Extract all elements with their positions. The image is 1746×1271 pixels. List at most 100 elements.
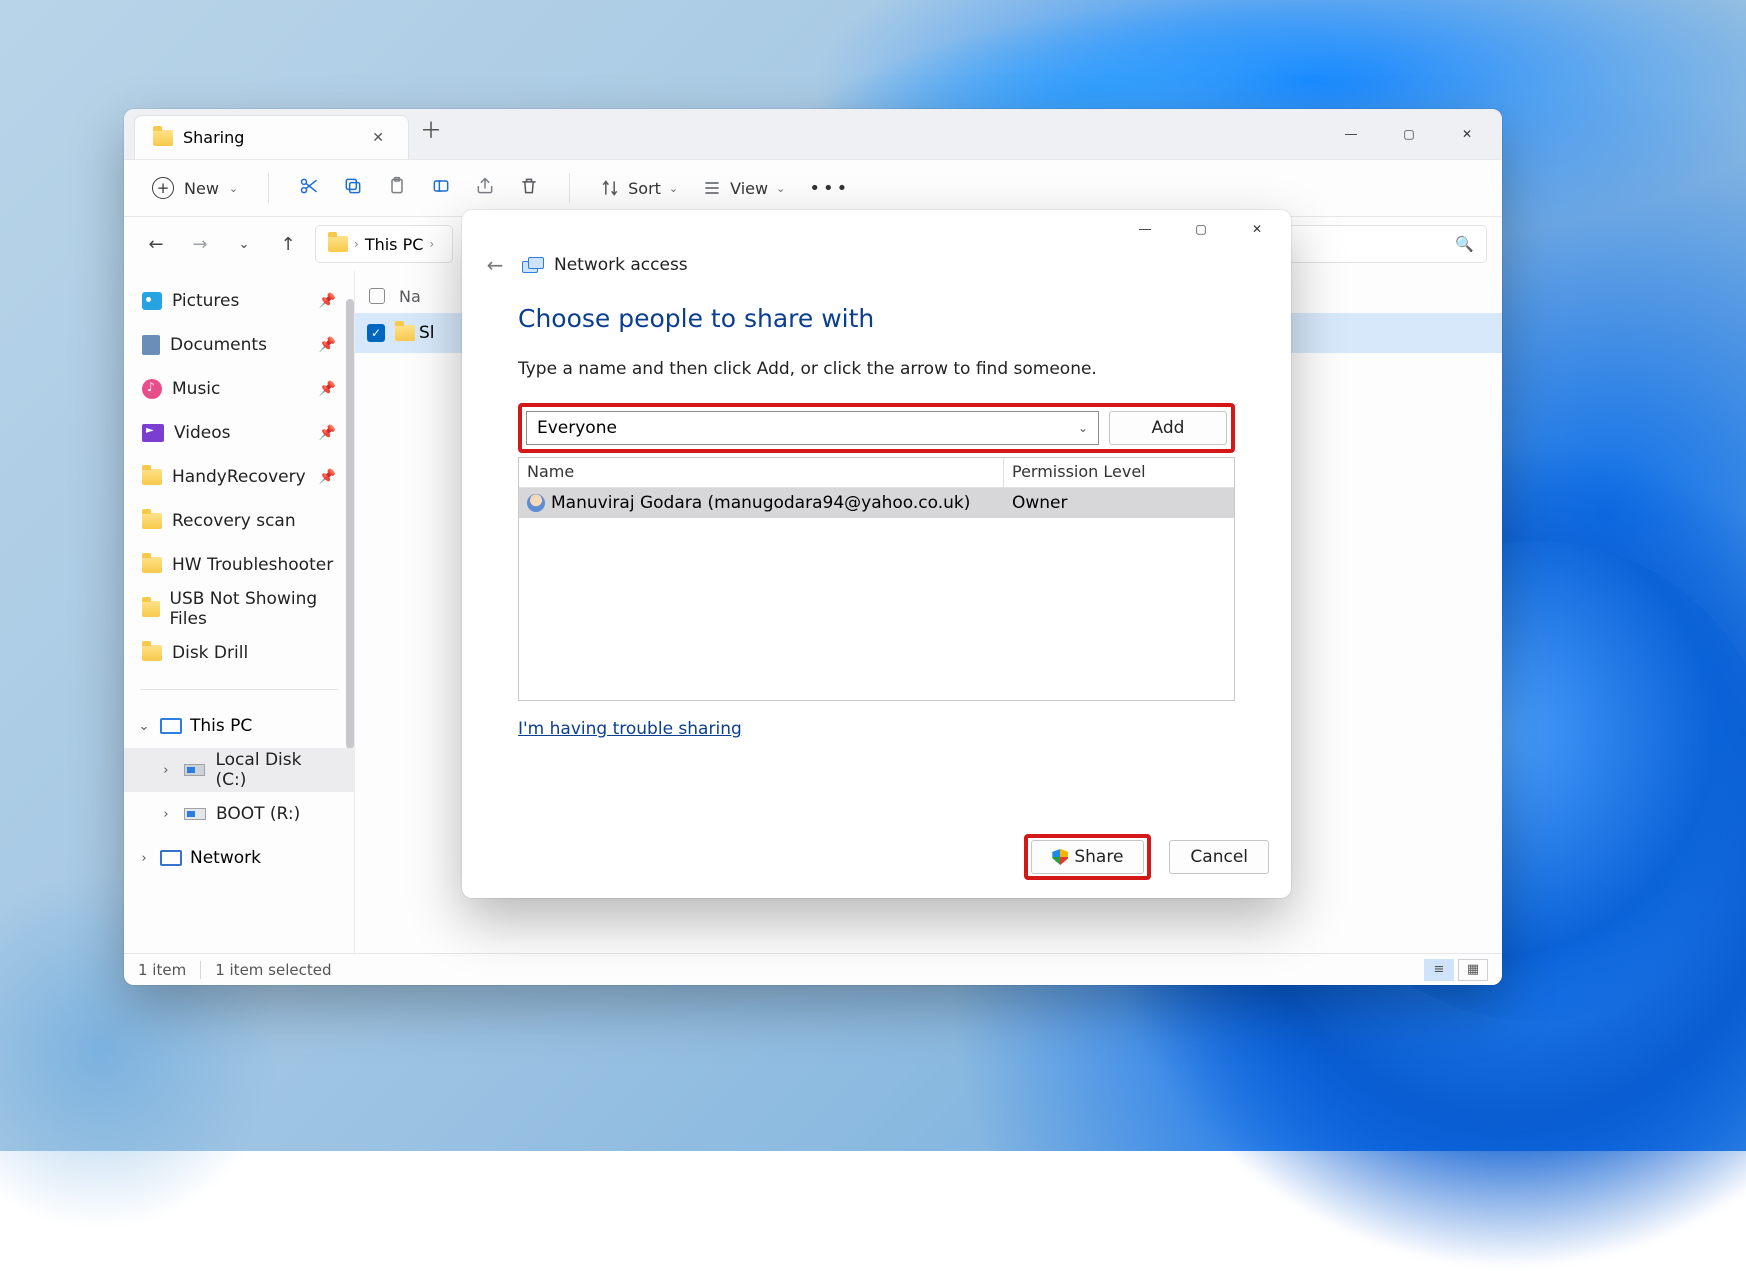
copy-button[interactable] <box>333 176 373 201</box>
chevron-down-icon: ⌄ <box>776 182 785 195</box>
pin-icon: 📌 <box>319 293 336 309</box>
nav-item-videos[interactable]: Videos 📌 <box>124 411 354 455</box>
dialog-titlebar: ― ▢ ✕ <box>462 210 1291 248</box>
disk-icon <box>184 808 206 820</box>
pin-icon: 📌 <box>319 381 336 397</box>
rename-button[interactable] <box>421 176 461 201</box>
table-row[interactable]: Manuviraj Godara (manugodara94@yahoo.co.… <box>519 488 1234 518</box>
nav-up-button[interactable]: ↑ <box>271 234 305 255</box>
nav-item-folder[interactable]: HandyRecovery 📌 <box>124 455 354 499</box>
column-permission[interactable]: Permission Level <box>1004 458 1234 487</box>
videos-icon <box>142 424 164 442</box>
nav-item-documents[interactable]: Documents 📌 <box>124 323 354 367</box>
folder-icon <box>142 645 162 661</box>
tab-close-button[interactable]: ✕ <box>366 126 390 150</box>
nav-group-thispc[interactable]: ⌄ This PC <box>124 704 354 748</box>
nav-group-label: Network <box>190 848 261 868</box>
cancel-button[interactable]: Cancel <box>1169 840 1269 874</box>
close-button[interactable]: ✕ <box>1438 114 1496 154</box>
chevron-right-icon: › <box>158 763 174 778</box>
nav-item-pictures[interactable]: Pictures 📌 <box>124 279 354 323</box>
delete-button[interactable] <box>509 176 549 201</box>
separator <box>268 173 269 203</box>
sort-icon <box>600 178 620 198</box>
cancel-button-label: Cancel <box>1190 847 1248 867</box>
plus-circle-icon: + <box>152 177 174 199</box>
share-icon <box>475 176 495 196</box>
user-name: Manuviraj Godara (manugodara94@yahoo.co.… <box>551 493 970 513</box>
nav-group-label: This PC <box>190 716 252 736</box>
clipboard-icon <box>387 176 407 196</box>
cut-button[interactable] <box>289 176 329 201</box>
network-access-dialog: ― ▢ ✕ ← Network access Choose people to … <box>462 210 1291 898</box>
network-icon <box>160 850 182 866</box>
sort-button[interactable]: Sort ⌄ <box>590 178 688 198</box>
maximize-button[interactable]: ▢ <box>1380 114 1438 154</box>
tab-sharing[interactable]: Sharing ✕ <box>134 115 409 159</box>
dialog-maximize-button[interactable]: ▢ <box>1173 212 1229 246</box>
row-checkbox[interactable]: ✓ <box>367 324 385 342</box>
dialog-minimize-button[interactable]: ― <box>1117 212 1173 246</box>
nav-recent-button[interactable]: ⌄ <box>227 237 261 252</box>
view-icon <box>702 178 722 198</box>
uac-shield-icon <box>1052 849 1068 865</box>
status-item-count: 1 item <box>138 961 186 979</box>
dialog-back-button[interactable]: ← <box>482 253 508 277</box>
trouble-sharing-link[interactable]: I'm having trouble sharing <box>518 719 742 739</box>
sort-label: Sort <box>628 179 661 198</box>
nav-group-network[interactable]: › Network <box>124 836 354 880</box>
dialog-close-button[interactable]: ✕ <box>1229 212 1285 246</box>
view-label: View <box>730 179 768 198</box>
share-button[interactable]: Share <box>1031 840 1144 874</box>
thumbnails-view-button[interactable]: ▦ <box>1458 959 1488 981</box>
dialog-header: ← Network access <box>462 248 1291 282</box>
nav-item-label: Recovery scan <box>172 511 296 531</box>
permissions-table: Name Permission Level Manuviraj Godara (… <box>518 457 1235 701</box>
highlight-share-button: Share <box>1024 834 1151 880</box>
new-button[interactable]: + New ⌄ <box>142 171 248 205</box>
nav-item-local-disk[interactable]: › Local Disk (C:) <box>124 748 354 792</box>
breadcrumb-item[interactable]: This PC <box>365 235 424 254</box>
music-icon <box>142 379 162 399</box>
nav-item-folder[interactable]: Disk Drill <box>124 631 354 675</box>
more-button[interactable]: ••• <box>799 178 860 199</box>
share-toolbar-button[interactable] <box>465 176 505 201</box>
view-button[interactable]: View ⌄ <box>692 178 795 198</box>
status-bar: 1 item 1 item selected ≡ ▦ <box>124 953 1502 985</box>
nav-item-music[interactable]: Music 📌 <box>124 367 354 411</box>
nav-forward-button[interactable]: → <box>183 234 217 255</box>
window-controls: ― ▢ ✕ <box>1322 109 1496 159</box>
nav-item-label: Documents <box>170 335 267 355</box>
permission-level: Owner <box>1004 493 1234 513</box>
select-all-checkbox[interactable] <box>369 288 385 304</box>
nav-item-folder[interactable]: USB Not Showing Files <box>124 587 354 631</box>
dialog-heading: Choose people to share with <box>518 304 1235 333</box>
combobox-value: Everyone <box>537 418 617 438</box>
new-tab-button[interactable]: ＋ <box>409 109 453 159</box>
address-bar[interactable]: › This PC › <box>315 225 453 263</box>
nav-item-folder[interactable]: HW Troubleshooter <box>124 543 354 587</box>
scissors-icon <box>299 176 319 196</box>
documents-icon <box>142 335 160 355</box>
paste-button[interactable] <box>377 176 417 201</box>
search-box[interactable]: 🔍 <box>1287 225 1487 263</box>
breadcrumb-separator: › <box>429 237 434 251</box>
table-header: Name Permission Level <box>519 458 1234 488</box>
command-bar: + New ⌄ Sort ⌄ View <box>124 159 1502 217</box>
minimize-button[interactable]: ― <box>1322 114 1380 154</box>
column-name[interactable]: Name <box>519 458 1004 487</box>
breadcrumb-separator: › <box>354 237 359 251</box>
folder-icon <box>142 557 162 573</box>
folder-icon <box>395 325 415 341</box>
dialog-title-text: Network access <box>554 255 688 275</box>
nav-back-button[interactable]: ← <box>139 234 173 255</box>
nav-item-folder[interactable]: Recovery scan <box>124 499 354 543</box>
nav-item-boot[interactable]: › BOOT (R:) <box>124 792 354 836</box>
separator <box>200 961 201 979</box>
details-view-button[interactable]: ≡ <box>1424 959 1454 981</box>
chevron-down-icon: ⌄ <box>229 182 238 195</box>
folder-icon <box>142 601 160 617</box>
add-button[interactable]: Add <box>1109 411 1227 445</box>
folder-icon <box>142 513 162 529</box>
people-combobox[interactable]: Everyone ⌄ <box>526 411 1099 445</box>
